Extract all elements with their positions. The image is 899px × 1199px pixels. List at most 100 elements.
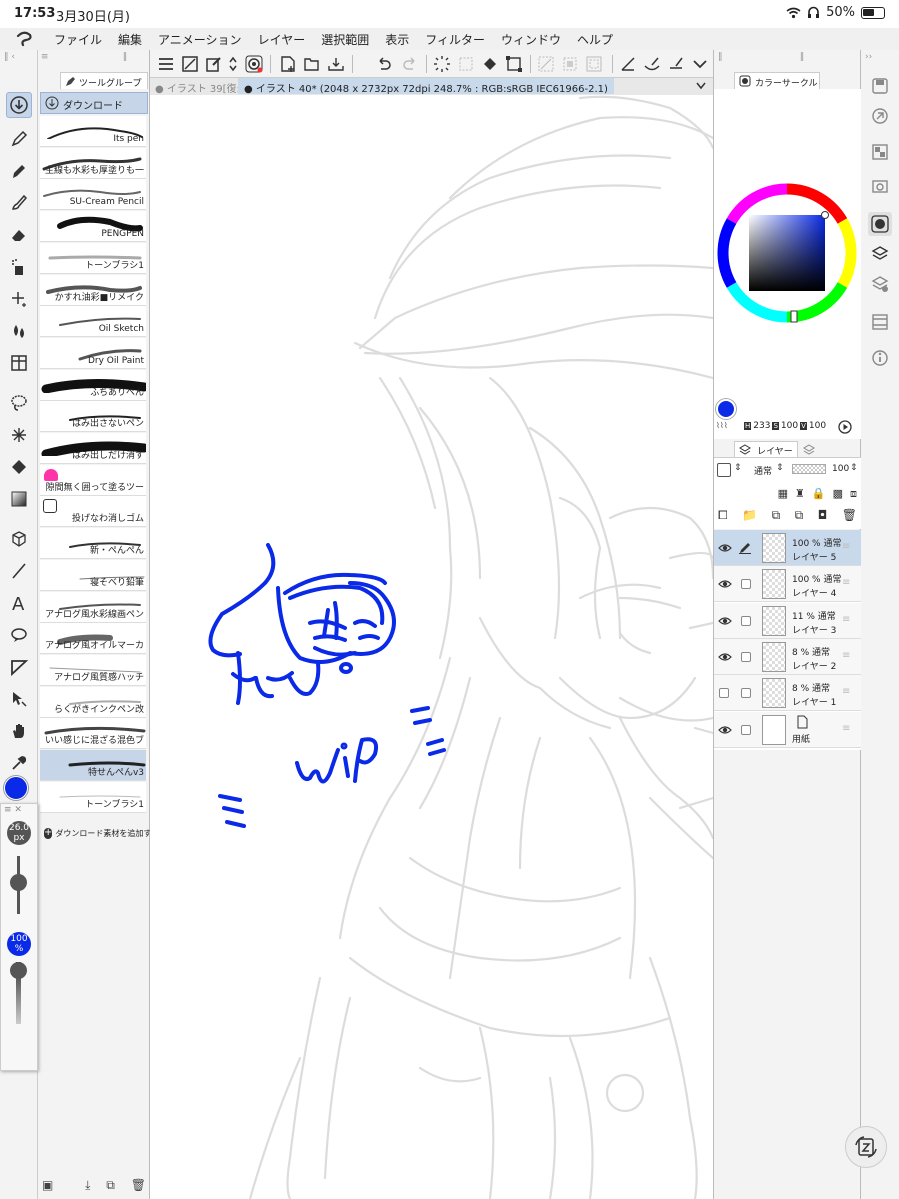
ruler-snap-icon[interactable] — [618, 53, 638, 75]
brush-item[interactable]: トーンブラシ1 — [40, 781, 146, 813]
undo-icon[interactable] — [374, 53, 394, 75]
brush-item[interactable]: 寝そべり鉛筆 — [40, 559, 146, 591]
new-raster-layer-icon[interactable]: ⧠ — [718, 508, 728, 529]
color-circle-panel-icon[interactable] — [868, 212, 892, 236]
brush-item[interactable]: Dry Oil Paint — [40, 337, 146, 369]
snap-curve-icon[interactable] — [642, 53, 662, 75]
color-circle-tab[interactable]: カラーサークル — [734, 72, 820, 89]
clear-outside-icon[interactable] — [536, 53, 556, 75]
mask-icon[interactable]: ◘ — [818, 508, 828, 529]
save-icon[interactable] — [326, 53, 346, 75]
layer-row[interactable]: 8 % 通常 レイヤー 2 ≡ — [714, 638, 861, 675]
layer-row[interactable]: 100 % 通常 レイヤー 4 ≡ — [714, 566, 861, 603]
ruler-tool-icon[interactable] — [6, 654, 32, 680]
hand-tool-icon[interactable] — [6, 718, 32, 744]
menu-file[interactable]: ファイル — [46, 31, 110, 48]
lasso-tool-icon[interactable] — [6, 390, 32, 416]
brush-opacity-thumb[interactable] — [10, 962, 27, 979]
drag-handle-icon[interactable]: ≡ — [842, 686, 850, 697]
menu-icon[interactable] — [156, 53, 176, 75]
menu-filter[interactable]: フィルター — [417, 31, 493, 48]
decoration-tool-icon[interactable] — [6, 286, 32, 312]
lighthouse-icon[interactable]: ♜ — [795, 487, 805, 505]
brush-item[interactable]: らくがきインクペン改 — [40, 686, 146, 718]
drag-handle-icon[interactable]: ≡ — [842, 723, 850, 734]
import-subtool-icon[interactable]: ⤓ — [85, 1178, 90, 1196]
clip-icon[interactable]: ⧈ — [850, 487, 857, 505]
operation-tool-icon[interactable] — [6, 686, 32, 712]
brush-item[interactable]: PENGPEN — [40, 211, 146, 243]
brush-item[interactable]: 主線も水彩も厚塗りも一 — [40, 147, 146, 179]
fit-canvas-icon[interactable] — [180, 53, 200, 75]
brush-item[interactable]: 投げなわ消しゴム — [40, 496, 146, 528]
magic-wand-icon[interactable] — [6, 422, 32, 448]
info-icon[interactable] — [868, 346, 892, 370]
layer-checkbox[interactable] — [741, 579, 751, 590]
timeline-icon[interactable] — [868, 310, 892, 334]
download-tool-icon[interactable] — [6, 92, 32, 118]
open-file-icon[interactable] — [302, 53, 322, 75]
save-panel-icon[interactable] — [868, 74, 892, 98]
add-material-button[interactable]: + ダウンロード素材を追加す — [44, 828, 151, 839]
brush-item[interactable]: いい感じに混ざる混色ブ — [40, 718, 146, 750]
main-color-swatch[interactable] — [4, 776, 28, 800]
visibility-checkbox[interactable] — [719, 688, 729, 699]
gradient-tool-icon[interactable] — [6, 486, 32, 512]
chevron-down-icon[interactable] — [690, 53, 710, 75]
app-logo-icon[interactable] — [14, 30, 36, 48]
brush-item[interactable]: Its pen — [40, 116, 146, 147]
merge-down-icon[interactable]: ⧉ — [772, 508, 781, 529]
menu-help[interactable]: ヘルプ — [569, 31, 621, 48]
redo-icon[interactable] — [400, 53, 420, 75]
brush-item[interactable]: 新・ぺんぺん — [40, 528, 146, 560]
subtool-group-header[interactable]: ダウンロード — [40, 92, 148, 114]
right-panel-grip[interactable]: ‖ ‖ — [718, 52, 858, 62]
navigator-icon[interactable] — [868, 104, 892, 128]
tab-illust-39[interactable]: ● イラスト 39[復: — [155, 80, 240, 95]
drag-handle-icon[interactable]: ≡ — [842, 650, 850, 661]
brush-item[interactable]: 特せんぺんv3 — [40, 750, 146, 781]
eye-icon[interactable] — [718, 650, 732, 664]
brush-item[interactable]: SU-Cream Pencil — [40, 179, 146, 211]
panel-collapse-icon[interactable]: ‖ ‹ — [4, 52, 15, 62]
subtool-panel-grip[interactable]: ≡ ‖ — [38, 52, 150, 62]
eye-icon[interactable] — [718, 614, 732, 628]
airbrush-tool-icon[interactable] — [6, 254, 32, 280]
menu-view[interactable]: 表示 — [377, 31, 417, 48]
opacity-slider[interactable] — [792, 464, 826, 474]
drag-handle-icon[interactable]: ≡ — [842, 541, 850, 552]
text-tool-icon[interactable]: A — [6, 590, 32, 616]
line-tool-icon[interactable] — [6, 558, 32, 584]
frame-tool-icon[interactable] — [6, 350, 32, 376]
brush-item[interactable]: Oil Sketch — [40, 306, 146, 338]
crop-icon[interactable] — [560, 53, 580, 75]
brush-item[interactable]: 隙間無く囲って塗るツー — [40, 464, 146, 496]
copy-subtool-icon[interactable]: ▣ — [42, 1178, 53, 1196]
delete-subtool-icon[interactable]: 🗑 — [131, 1178, 146, 1196]
balloon-tool-icon[interactable] — [6, 622, 32, 648]
blend-updown-icon[interactable]: ⇕ — [776, 463, 784, 473]
eye-icon[interactable] — [718, 723, 732, 737]
transparent-swatch-icon[interactable]: ⌇⌇⌇ — [716, 421, 728, 430]
tool-group-tab[interactable]: ツールグループ — [60, 72, 148, 89]
rotate-canvas-button[interactable] — [845, 1126, 887, 1168]
menu-window[interactable]: ウィンドウ — [493, 31, 569, 48]
eraser-tool-icon[interactable] — [6, 222, 32, 248]
snap-grid-icon[interactable] — [666, 53, 686, 75]
drag-handle-icon[interactable]: ≡ — [842, 577, 850, 588]
updown-arrow-icon[interactable]: ⇕ — [734, 463, 742, 473]
brush-tool-icon[interactable] — [6, 190, 32, 216]
brush-item[interactable]: ふちありぺん — [40, 369, 146, 401]
brush-item[interactable]: トーンブラシ1 — [40, 242, 146, 274]
layer-color-box[interactable] — [717, 463, 731, 477]
brush-item[interactable]: アナログ風オイルマーカ — [40, 623, 146, 655]
brush-item[interactable]: かすれ油彩■リメイク — [40, 274, 146, 306]
lock-icon[interactable]: 🔒 — [812, 487, 826, 505]
delete-layer-icon[interactable]: 🗑 — [842, 508, 857, 529]
invert-selection-icon[interactable] — [584, 53, 604, 75]
blend-mode-select[interactable]: 通常 — [754, 464, 772, 477]
reference-layer-icon[interactable]: ▦ — [778, 487, 788, 505]
menu-animation[interactable]: アニメーション — [150, 31, 250, 48]
new-file-icon[interactable] — [278, 53, 298, 75]
edit-layer-icon[interactable] — [204, 53, 224, 75]
